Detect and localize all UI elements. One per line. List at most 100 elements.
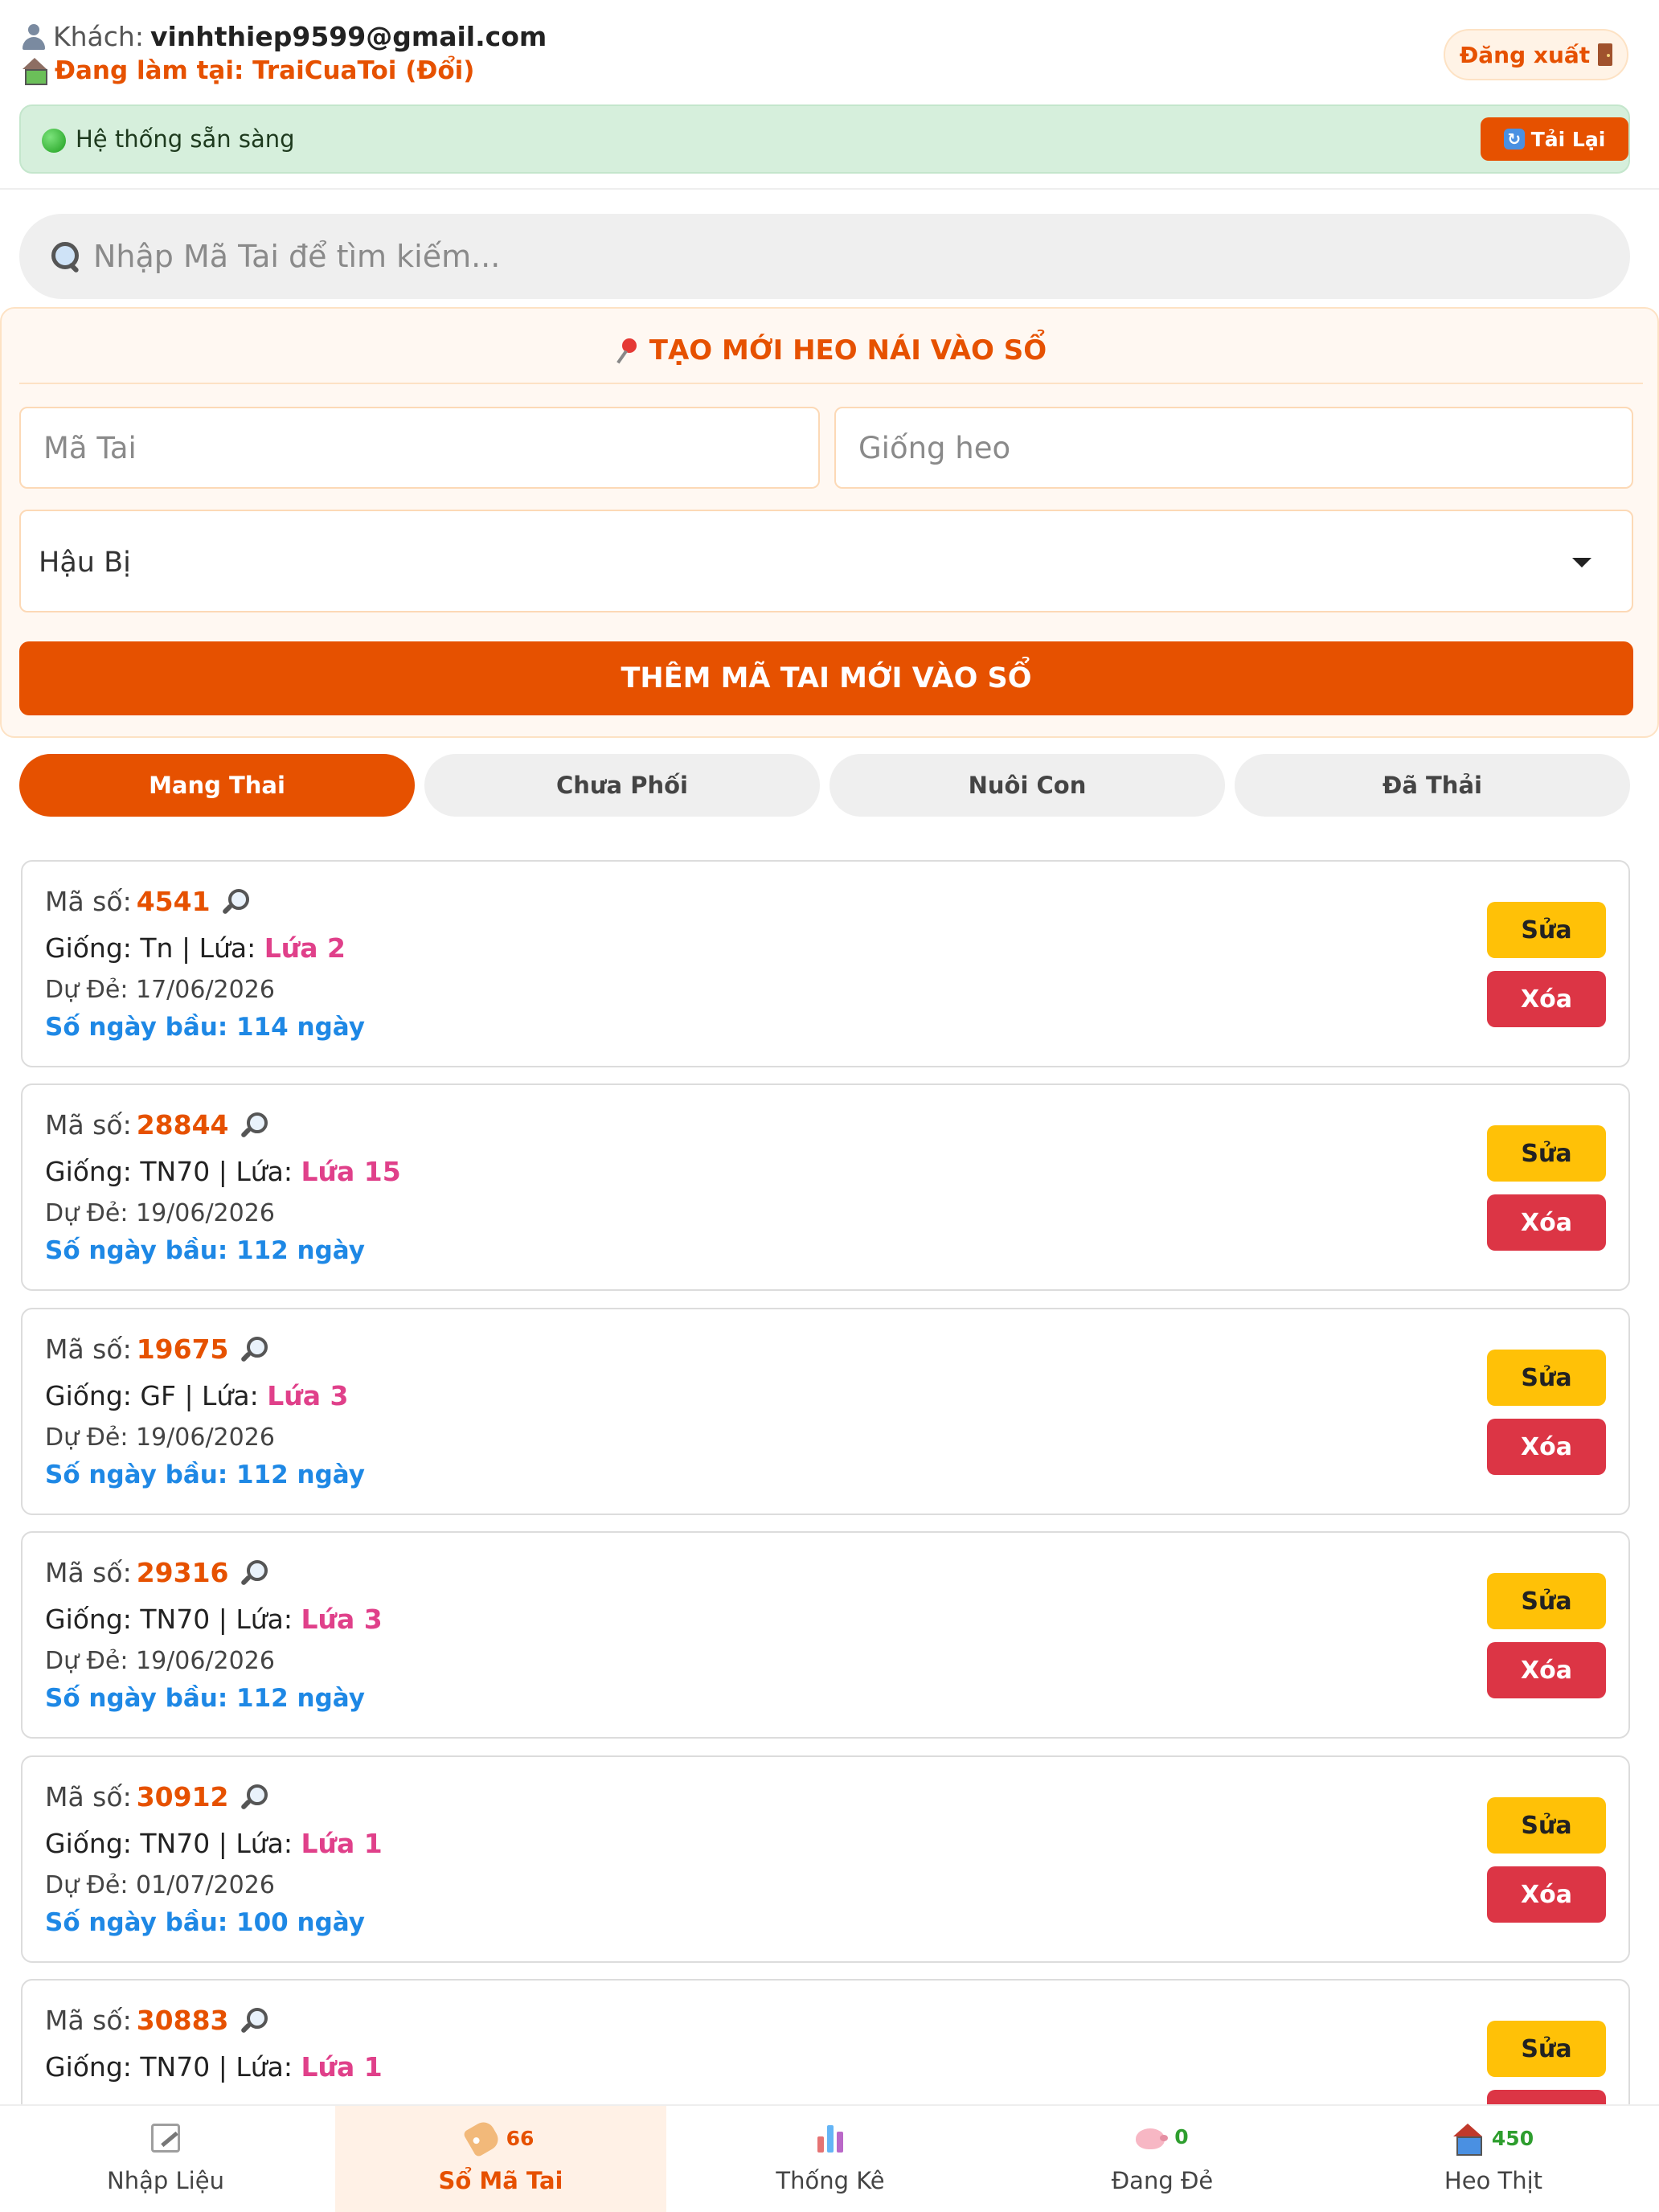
status-select-value: Hậu Bị: [39, 547, 131, 579]
nav-heo-thit[interactable]: 450 Heo Thịt: [1328, 2106, 1659, 2212]
sow-record-card: Mã số: 4541 Giống: Tn | Lứa: Lứa 2 Dự Đẻ…: [21, 860, 1630, 1067]
record-id-value: 30912: [136, 1781, 229, 1813]
nav-so-ma-tai[interactable]: 66 Sổ Mã Tai: [335, 2106, 666, 2212]
record-id-label: Mã số:: [45, 1333, 132, 1365]
edit-button[interactable]: Sửa: [1487, 1350, 1606, 1406]
nav-dang-de[interactable]: 0 Đang Đẻ: [997, 2106, 1328, 2212]
tab-chua-phoi[interactable]: Chưa Phối: [424, 754, 820, 817]
record-id-value: 29316: [136, 1557, 229, 1588]
record-pregnancy-days: Số ngày bầu: 112 ngày: [45, 1460, 365, 1489]
record-id-label: Mã số:: [45, 1109, 132, 1141]
door-icon: [1598, 43, 1613, 66]
tag-field[interactable]: [19, 407, 820, 489]
delete-button[interactable]: Xóa: [1487, 1642, 1606, 1698]
sow-record-card: Mã số: 19675 Giống: GF | Lứa: Lứa 3 Dự Đ…: [21, 1308, 1630, 1515]
sow-record-card: Mã số: 30912 Giống: TN70 | Lứa: Lứa 1 Dự…: [21, 1755, 1630, 1963]
nav-icon-row: 66: [335, 2118, 666, 2158]
nav-thong-ke[interactable]: Thống Kê: [665, 2106, 996, 2212]
delete-button[interactable]: Xóa: [1487, 971, 1606, 1027]
nav-label: Thống Kê: [776, 2167, 885, 2194]
tab-mang-thai[interactable]: Mang Thai: [19, 754, 415, 817]
tag-input[interactable]: [43, 430, 741, 465]
green-circle-icon: [42, 129, 66, 153]
record-id: Mã số: 28844: [45, 1109, 268, 1141]
magnifier-icon[interactable]: [239, 1111, 268, 1140]
edit-button[interactable]: Sửa: [1487, 1125, 1606, 1182]
create-divider: [19, 383, 1643, 384]
record-id: Mã số: 19675: [45, 1333, 268, 1365]
record-parity: Lứa 1: [301, 1828, 383, 1859]
nav-badge: 0: [1174, 2124, 1189, 2149]
record-id-value: 4541: [136, 886, 211, 917]
record-pregnancy-days: Số ngày bầu: 112 ngày: [45, 1684, 365, 1713]
reload-button[interactable]: ↻ Tải Lại: [1481, 117, 1628, 161]
nav-label: Heo Thịt: [1444, 2167, 1543, 2194]
record-breed-text: Giống: Tn | Lứa:: [45, 932, 256, 964]
memo-icon: [151, 2124, 180, 2153]
delete-button[interactable]: Xóa: [1487, 1194, 1606, 1251]
search-input[interactable]: [93, 239, 1540, 274]
farm-switcher[interactable]: Đang làm tại: TraiCuaToi (Đổi): [21, 56, 474, 85]
record-due-date: Dự Đẻ: 17/06/2026: [45, 976, 275, 1004]
sow-record-card: Mã số: 29316 Giống: TN70 | Lứa: Lứa 3 Dự…: [21, 1531, 1630, 1739]
edit-button[interactable]: Sửa: [1487, 902, 1606, 958]
edit-button[interactable]: Sửa: [1487, 1573, 1606, 1629]
house-icon: [1452, 2124, 1482, 2156]
record-breed: Giống: TN70 | Lứa: Lứa 3: [45, 1604, 383, 1635]
nav-label: Nhập Liệu: [107, 2167, 224, 2194]
record-breed: Giống: TN70 | Lứa: Lứa 15: [45, 1156, 401, 1187]
guest-label: Khách:: [53, 21, 144, 52]
record-breed: Giống: GF | Lứa: Lứa 3: [45, 1380, 348, 1411]
delete-button[interactable]: Xóa: [1487, 1419, 1606, 1475]
status-text: Hệ thống sẵn sàng: [76, 125, 295, 153]
record-id-label: Mã số:: [45, 886, 132, 917]
nav-nhap-lieu[interactable]: Nhập Liệu: [0, 2106, 331, 2212]
breed-input[interactable]: [858, 430, 1555, 465]
sow-record-card: Mã số: 28844 Giống: TN70 | Lứa: Lứa 15 D…: [21, 1083, 1630, 1291]
search-bar[interactable]: [19, 214, 1630, 299]
nav-icon-row: 0: [997, 2124, 1328, 2149]
record-due-date: Dự Đẻ: 01/07/2026: [45, 1871, 275, 1899]
tab-da-thai[interactable]: Đã Thải: [1235, 754, 1630, 817]
record-id-label: Mã số:: [45, 1781, 132, 1813]
magnifier-icon[interactable]: [239, 1783, 268, 1812]
search-icon: [50, 240, 82, 272]
logout-label: Đăng xuất: [1459, 41, 1591, 68]
record-id-label: Mã số:: [45, 1557, 132, 1588]
record-id: Mã số: 30912: [45, 1781, 268, 1813]
record-due-date: Dự Đẻ: 19/06/2026: [45, 1423, 275, 1452]
chevron-down-icon: [1572, 558, 1591, 567]
magnifier-icon[interactable]: [239, 2006, 268, 2035]
magnifier-icon[interactable]: [239, 1335, 268, 1364]
record-id: Mã số: 4541: [45, 886, 249, 917]
pushpin-icon: [616, 338, 640, 363]
tag-icon: [462, 2118, 502, 2158]
record-due-date: Dự Đẻ: 19/06/2026: [45, 1647, 275, 1675]
farm-label[interactable]: Đang làm tại: TraiCuaToi (Đổi): [55, 56, 474, 85]
add-tag-button[interactable]: THÊM MÃ TAI MỚI VÀO SỔ: [19, 641, 1633, 715]
record-breed-text: Giống: GF | Lứa:: [45, 1380, 259, 1411]
bar-chart-icon: [816, 2124, 845, 2153]
nav-badge: 66: [506, 2126, 535, 2150]
nav-icon-row: [665, 2124, 996, 2153]
record-breed-text: Giống: TN70 | Lứa:: [45, 1604, 293, 1635]
edit-button[interactable]: Sửa: [1487, 1797, 1606, 1854]
magnifier-icon[interactable]: [220, 887, 249, 916]
status-select[interactable]: Hậu Bị: [19, 510, 1633, 612]
reload-label: Tải Lại: [1530, 127, 1606, 151]
create-form-title: TẠO MỚI HEO NÁI VÀO SỔ: [2, 334, 1659, 367]
logout-button[interactable]: Đăng xuất: [1444, 29, 1628, 80]
tab-nuoi-con[interactable]: Nuôi Con: [830, 754, 1225, 817]
app-header: Khách: vinhthiep9599@gmail.com Đang làm …: [0, 0, 1659, 190]
record-parity: Lứa 2: [264, 932, 346, 964]
edit-button[interactable]: Sửa: [1487, 2021, 1606, 2077]
record-due-date: Dự Đẻ: 19/06/2026: [45, 1199, 275, 1227]
nav-label: Đang Đẻ: [1111, 2167, 1214, 2194]
delete-button[interactable]: Xóa: [1487, 1866, 1606, 1923]
user-email: vinhthiep9599@gmail.com: [150, 21, 547, 52]
breed-field[interactable]: [834, 407, 1633, 489]
magnifier-icon[interactable]: [239, 1559, 268, 1587]
record-pregnancy-days: Số ngày bầu: 100 ngày: [45, 1908, 365, 1937]
record-parity: Lứa 3: [301, 1604, 383, 1635]
nav-icon-row: [0, 2124, 331, 2153]
